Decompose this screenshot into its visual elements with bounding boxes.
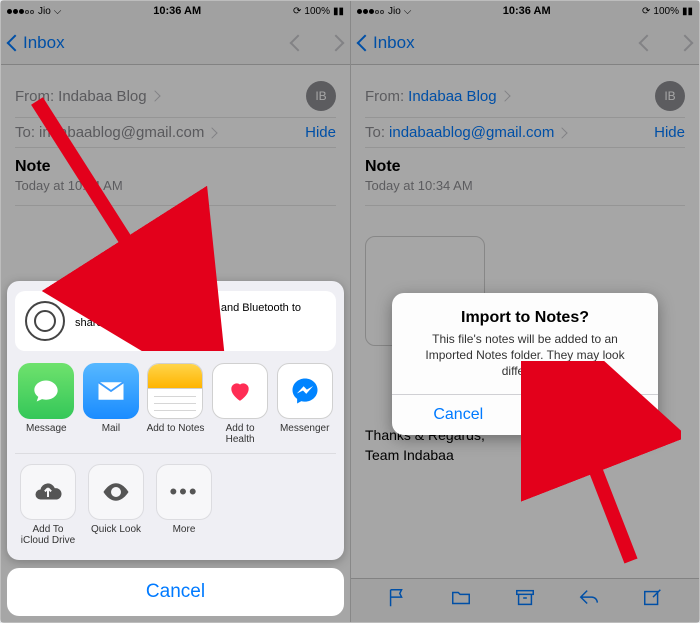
health-icon [212,363,268,419]
app-label: Message [26,423,67,434]
app-messenger[interactable]: Messenger [275,363,334,445]
cloud-upload-icon [20,464,76,520]
import-alert: Import to Notes? This file's notes will … [392,293,658,435]
share-sheet: AirDrop. Tap to turn on Wi-Fi and Blueto… [7,281,344,616]
action-quick-look[interactable]: Quick Look [85,464,147,546]
cancel-button[interactable]: Cancel [7,568,344,616]
action-more[interactable]: ••• More [153,464,215,546]
airdrop-row[interactable]: AirDrop. Tap to turn on Wi-Fi and Blueto… [15,291,336,351]
notes-icon [147,363,203,419]
app-label: Messenger [280,423,329,434]
app-label: Add to Health [226,423,255,445]
phone-right: Jio ⌵ 10:36 AM ⟳ 100% ▮▮ Inbox From: [350,1,699,622]
alert-cancel-button[interactable]: Cancel [392,395,525,435]
alert-import-button[interactable]: Import Notes [525,395,659,435]
app-message[interactable]: Message [17,363,76,445]
app-label: Mail [102,423,120,434]
more-icon: ••• [156,464,212,520]
eye-icon [88,464,144,520]
phone-left: Jio ⌵ 10:36 AM ⟳ 100% ▮▮ Inbox From: [1,1,350,622]
message-icon [18,363,74,419]
alert-message: This file's notes will be added to an Im… [392,329,658,394]
app-add-to-notes[interactable]: Add to Notes [146,363,205,445]
action-label: Add To iCloud Drive [21,524,75,546]
app-add-to-health[interactable]: Add to Health [211,363,270,445]
airdrop-title: AirDrop. [75,302,119,314]
airdrop-icon [25,301,65,341]
action-label: Quick Look [91,524,141,535]
action-icloud-drive[interactable]: Add To iCloud Drive [17,464,79,546]
alert-title: Import to Notes? [392,293,658,329]
messenger-icon [277,363,333,419]
action-label: More [173,524,196,535]
app-label: Add to Notes [147,423,205,434]
app-mail[interactable]: Mail [82,363,141,445]
mail-icon [83,363,139,419]
